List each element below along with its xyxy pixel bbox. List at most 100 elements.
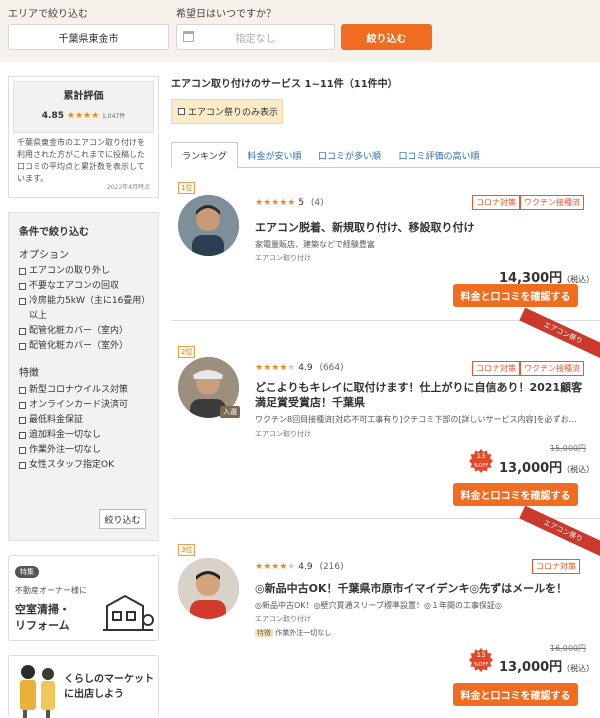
options-list: エアコンの取り外し 不要なエアコンの回収冷房能力5kW（主に16畳用）以上配管化粧… bbox=[19, 264, 148, 354]
filter-checkbox-item[interactable]: 追加料金一切なし bbox=[19, 428, 148, 443]
filter-checkbox-item[interactable]: 配管化粧カバー（室内） bbox=[19, 324, 148, 339]
item-score: 4.9 bbox=[298, 363, 313, 373]
covid-badge: コロナ対策 bbox=[532, 559, 580, 574]
rank-badge: 1位 bbox=[178, 182, 196, 194]
festival-filter[interactable]: エアコン祭りのみ表示 bbox=[171, 99, 283, 124]
feature-text: 作業外注一切なし bbox=[275, 629, 332, 637]
checkbox-label: エアコンの取り外し bbox=[29, 266, 111, 276]
area-select[interactable]: 千葉県東金市 bbox=[8, 24, 169, 50]
item-title[interactable]: エアコン脱着、新規取り付け、移設取り付け bbox=[255, 219, 474, 235]
item-reviews[interactable]: (216) bbox=[319, 562, 343, 572]
rating-title: 累計評価 bbox=[63, 91, 104, 102]
shop-staff-illustration bbox=[20, 665, 55, 718]
area-label: エリアで絞り込む bbox=[8, 9, 88, 20]
checkbox-label: 不要なエアコンの回収 bbox=[29, 281, 120, 291]
filter-checkbox-item[interactable]: 配管化粧カバー（室外） bbox=[19, 339, 148, 354]
covid-badge: コロナ対策 bbox=[472, 195, 520, 210]
filter-checkbox-item[interactable]: 最低料金保証 bbox=[19, 413, 148, 428]
item-reviews[interactable]: (664) bbox=[319, 363, 343, 373]
checkbox-label: 最低料金保証 bbox=[29, 415, 84, 425]
avatar[interactable] bbox=[178, 195, 239, 256]
features-title: 特徴 bbox=[19, 368, 39, 379]
checkbox-label: 追加料金一切なし bbox=[29, 430, 102, 440]
item-stars: ★★★★★ bbox=[255, 198, 296, 208]
discount-badge: 13 %OFF bbox=[469, 449, 493, 473]
check-price-button[interactable]: 料金と口コミを確認する bbox=[453, 284, 578, 307]
rating-description: 千葉県東金市のエアコン取り付けを利用された方がこれまでに投稿した口コミの平均点と… bbox=[17, 138, 145, 183]
filter-apply-button[interactable]: 絞り込む bbox=[99, 509, 146, 529]
feature-line: 特徴 作業外注一切なし bbox=[255, 628, 331, 638]
checkbox[interactable] bbox=[19, 268, 26, 275]
tab-most-reviews[interactable]: 口コミが多い順 bbox=[311, 142, 388, 168]
promo2-line1: くらしのマーケット bbox=[64, 674, 154, 685]
filter-panel: 条件で絞り込む オプション エアコンの取り外し 不要なエアコンの回収冷房能力5kW… bbox=[8, 212, 159, 541]
promo-line2: 空室清掃・ bbox=[15, 603, 70, 616]
item-desc: 家電量販店、建築などで経験豊富 bbox=[255, 240, 375, 249]
checkbox[interactable] bbox=[19, 387, 26, 394]
discount-badge: 13 %OFF bbox=[469, 648, 493, 672]
promo-line3: リフォーム bbox=[15, 619, 70, 632]
rating-stars: ★★★★ bbox=[66, 111, 100, 121]
festival-checkbox[interactable] bbox=[178, 108, 185, 115]
date-placeholder: 指定なし bbox=[235, 33, 276, 45]
item-category: エアコン取り付け bbox=[255, 615, 311, 623]
item-reviews[interactable]: (4) bbox=[311, 198, 324, 208]
checkbox[interactable] bbox=[19, 447, 26, 454]
rating-panel: 累計評価 4.85 ★★★★ 1,047件 千葉県東金市のエアコン取り付けを利用… bbox=[8, 76, 159, 198]
item-title[interactable]: どこよりもキレイに取付けます！仕上がりに自信あり！2021顧客満足賞受賞店！千葉… bbox=[255, 380, 585, 410]
vaccine-badge: ワクチン接種済 bbox=[520, 195, 584, 210]
item-stars: ★★★★ bbox=[255, 562, 288, 572]
item-price: 13,000円（税込） bbox=[499, 461, 595, 476]
rating-date: 2022年4月時点 bbox=[106, 184, 150, 191]
calendar-icon bbox=[183, 31, 194, 42]
filter-checkbox-item[interactable]: オンラインカード決済可 bbox=[19, 398, 148, 413]
avatar[interactable] bbox=[178, 558, 239, 619]
checkbox-label: 配管化粧カバー（室外） bbox=[29, 341, 129, 351]
promo-vacancy[interactable]: 特集 不動産オーナー様に 空室清掃・ リフォーム bbox=[8, 555, 159, 641]
vaccine-badge: ワクチン接種済 bbox=[520, 361, 584, 376]
filter-checkbox-item[interactable]: 女性スタッフ指定OK bbox=[19, 458, 148, 473]
checkbox-label: 新型コロナウイルス対策 bbox=[29, 385, 129, 395]
filter-checkbox-item[interactable]: 冷房能力5kW（主に16畳用）以上 bbox=[19, 294, 148, 324]
item-score: 4.9 bbox=[298, 562, 313, 572]
covid-badge: コロナ対策 bbox=[472, 361, 520, 376]
check-price-button[interactable]: 料金と口コミを確認する bbox=[453, 683, 578, 706]
rating-line: ★★★★★ 4.9 (216) bbox=[255, 562, 344, 572]
checkbox[interactable] bbox=[19, 432, 26, 439]
tab-ranking[interactable]: ランキング bbox=[171, 142, 238, 169]
checkbox[interactable] bbox=[19, 462, 26, 469]
item-title[interactable]: ◎新品中古OK！千葉県市原市イマイデンキ◎先ずはメールを！ bbox=[255, 580, 567, 596]
checkbox[interactable] bbox=[19, 298, 26, 305]
checkbox[interactable] bbox=[19, 343, 26, 350]
promo-tag: 特集 bbox=[15, 566, 39, 578]
tab-top-rated[interactable]: 口コミ評価の高い順 bbox=[388, 142, 490, 168]
checkbox-label: 冷房能力5kW（主に16畳用）以上 bbox=[29, 296, 146, 321]
item-price: 13,000円（税込） bbox=[499, 660, 595, 675]
filter-title: 条件で絞り込む bbox=[19, 227, 89, 238]
check-price-button[interactable]: 料金と口コミを確認する bbox=[453, 483, 578, 506]
filter-checkbox-item[interactable]: エアコンの取り外し bbox=[19, 264, 148, 279]
item-score: 5 bbox=[298, 198, 304, 208]
checkbox[interactable] bbox=[19, 328, 26, 335]
promo-open-store[interactable]: くらしのマーケット に出店しよう bbox=[8, 655, 159, 718]
rating-summary: 累計評価 4.85 ★★★★ 1,047件 bbox=[13, 81, 154, 133]
tab-price-low[interactable]: 料金が安い順 bbox=[238, 142, 311, 168]
festival-filter-label: エアコン祭りのみ表示 bbox=[188, 108, 279, 118]
checkbox[interactable] bbox=[19, 283, 26, 290]
filter-checkbox-item[interactable]: 不要なエアコンの回収 bbox=[19, 279, 148, 294]
date-input[interactable]: 指定なし bbox=[176, 24, 335, 50]
date-label: 希望日はいつですか？ bbox=[176, 9, 276, 20]
building-icon bbox=[103, 594, 154, 631]
rating-line: ★★★★★ 5 (4) bbox=[255, 198, 324, 208]
checkbox[interactable] bbox=[19, 417, 26, 424]
search-bar: エリアで絞り込む 千葉県東金市 希望日はいつですか？ 指定なし 絞り込む bbox=[0, 0, 600, 62]
festival-ribbon: エアコン祭り bbox=[519, 505, 600, 557]
old-price: 15,000円 bbox=[550, 444, 586, 453]
filter-checkbox-item[interactable]: 作業外注一切なし bbox=[19, 443, 148, 458]
search-filter-button[interactable]: 絞り込む bbox=[341, 24, 432, 50]
rating-line: ★★★★★ 4.9 (664) bbox=[255, 363, 344, 373]
item-category: エアコン取り付け bbox=[255, 430, 311, 438]
checkbox[interactable] bbox=[19, 402, 26, 409]
options-title: オプション bbox=[19, 250, 69, 261]
filter-checkbox-item[interactable]: 新型コロナウイルス対策 bbox=[19, 383, 148, 398]
